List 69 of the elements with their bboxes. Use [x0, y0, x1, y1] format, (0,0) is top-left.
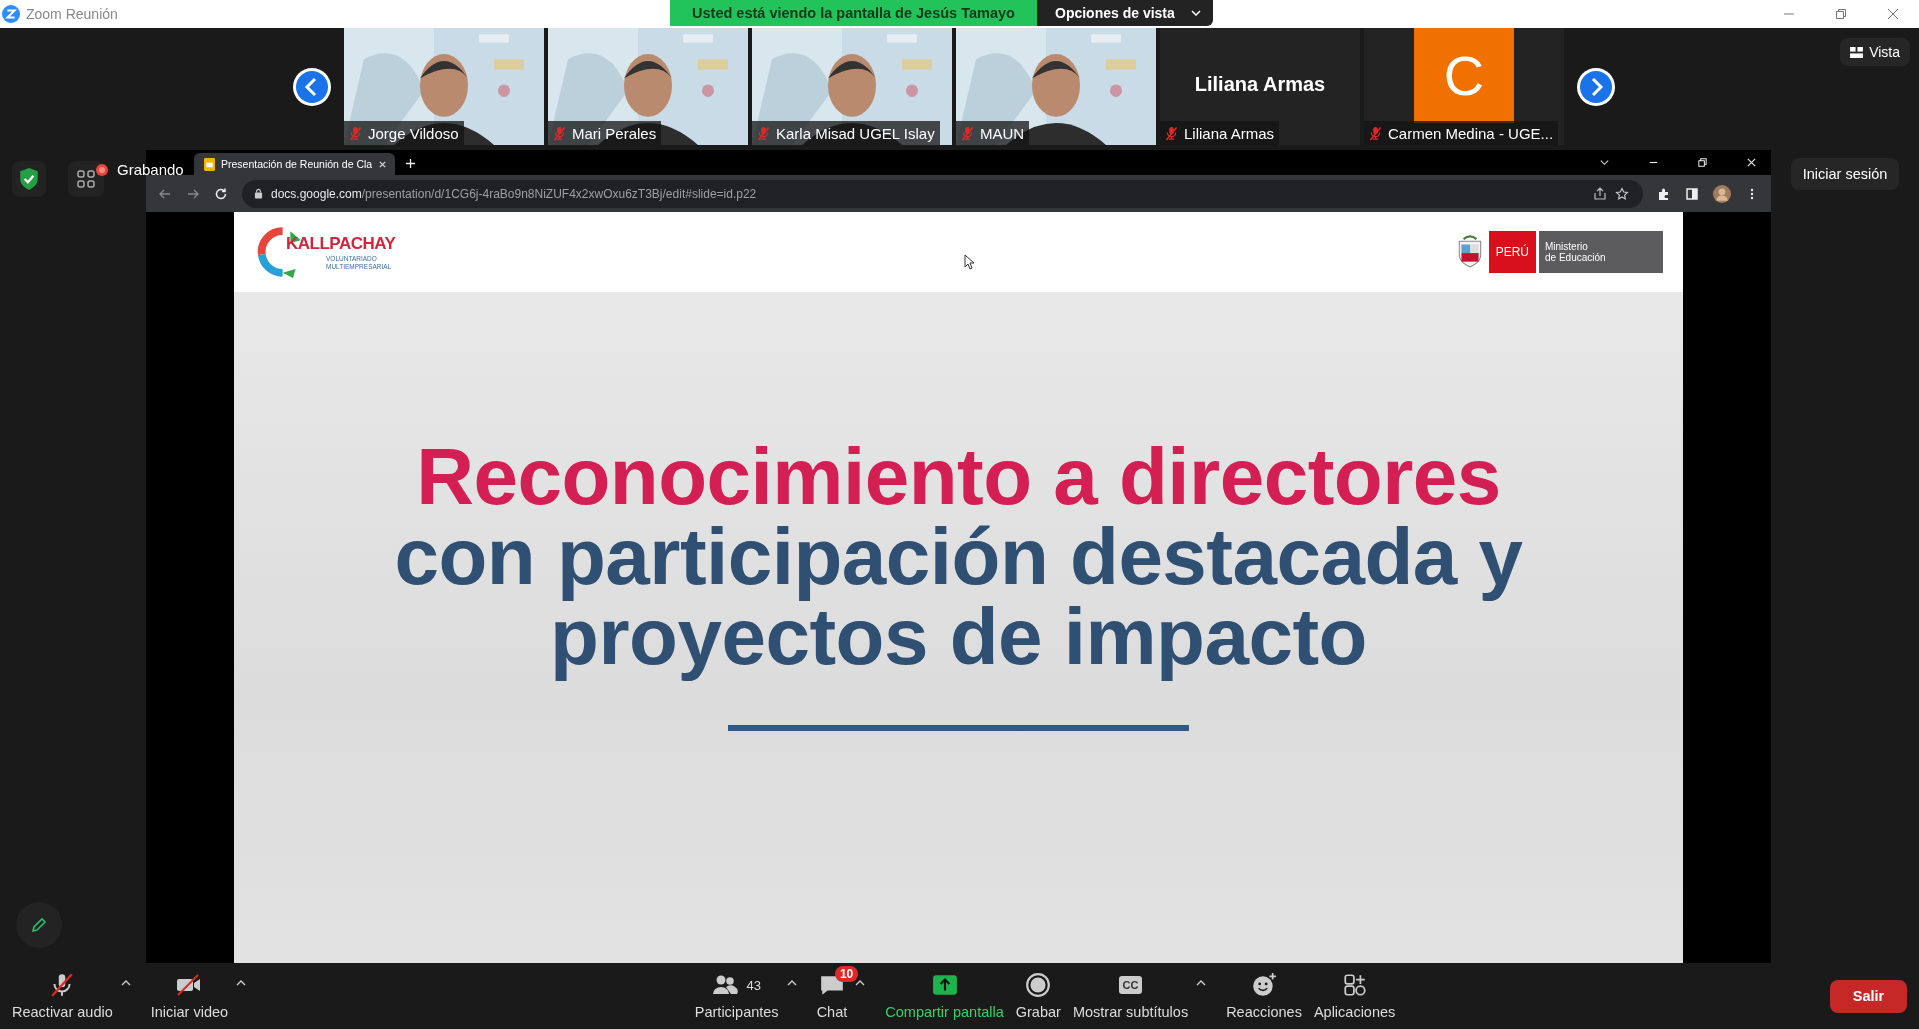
cc-button[interactable]: CC Mostrar subtítulos: [1066, 968, 1195, 1024]
avatar: C: [1414, 28, 1514, 123]
participant-name-label: Carmen Medina - UGE...: [1388, 124, 1554, 142]
share-icon[interactable]: [1593, 186, 1607, 201]
recording-label: Grabando: [117, 161, 184, 178]
record-icon: [1025, 972, 1052, 998]
participant-name-label: Jorge Vildoso: [368, 124, 459, 142]
profile-avatar-icon[interactable]: [1713, 184, 1731, 203]
apps-button[interactable]: Aplicaciones: [1307, 968, 1402, 1024]
closed-captions-icon: CC: [1118, 976, 1143, 994]
view-options-button[interactable]: Opciones de vista: [1037, 0, 1213, 26]
address-bar[interactable]: docs.google.com/presentation/d/1CG6j-4raBo9n8NiZUF4x2xwOxu6zT3Bj/edit#slide=id.p22: [242, 179, 1643, 208]
share-button[interactable]: Compartir pantalla: [879, 968, 1010, 1024]
chevron-down-icon[interactable]: [1190, 10, 1201, 16]
lock-icon: [254, 188, 263, 199]
caret-icon[interactable]: [855, 980, 866, 986]
caret-icon[interactable]: [120, 980, 131, 986]
star-icon[interactable]: [1615, 186, 1629, 201]
close-tab-icon[interactable]: [378, 159, 388, 169]
participant-tile[interactable]: Mari Perales: [548, 28, 748, 145]
people-button[interactable]: 43 Participantes: [688, 968, 785, 1024]
smiley-plus-icon: [1251, 972, 1277, 998]
participant-count: 43: [746, 977, 761, 993]
recording-dot-icon: [95, 162, 109, 177]
participant-tile[interactable]: Jorge Vildoso: [344, 28, 544, 145]
screen-share-notice: Usted está viendo la pantalla de Jesús Tamayo: [670, 0, 1037, 26]
brand-name: KALLPACHAY: [286, 234, 396, 254]
participant-tile[interactable]: MAUN: [956, 28, 1156, 145]
pencil-icon[interactable]: [29, 915, 49, 935]
tab-search-icon[interactable]: [1599, 157, 1610, 168]
view-button[interactable]: Vista: [1840, 38, 1910, 66]
camera-button[interactable]: Iniciar video: [144, 968, 235, 1024]
participant-name-label: Liliana Armas: [1184, 124, 1275, 142]
caret-icon[interactable]: [786, 980, 797, 986]
sign-in-button[interactable]: Iniciar sesión: [1790, 158, 1900, 190]
share-screen-icon: [931, 972, 958, 998]
slides-icon: [204, 157, 215, 171]
ministry-label: Ministerio de Educación: [1537, 231, 1663, 273]
reload-icon[interactable]: [214, 186, 228, 201]
country-label: PERÚ: [1488, 231, 1536, 273]
participant-tile[interactable]: C Carmen Medina - UGE...: [1364, 28, 1564, 145]
next-page-icon[interactable]: [1576, 66, 1616, 107]
unread-badge: 10: [834, 966, 859, 982]
record-button[interactable]: Grabar: [1009, 968, 1067, 1024]
react-button[interactable]: Reacciones: [1220, 968, 1308, 1024]
shield-check-icon[interactable]: [12, 161, 46, 197]
puzzle-icon[interactable]: [1657, 186, 1671, 201]
mic-button[interactable]: Reactivar audio: [6, 968, 119, 1024]
participant-tile[interactable]: Liliana Armas Liliana Armas: [1160, 28, 1360, 145]
grid-icon[interactable]: [68, 161, 104, 197]
participant-name-label: MAUN: [980, 124, 1025, 142]
new-tab-icon[interactable]: [405, 158, 417, 169]
participant-name-label: Karla Misad UGEL Islay: [776, 124, 935, 142]
slide-title-line: Reconocimiento a directores: [416, 437, 1501, 517]
browser-tab[interactable]: Presentación de Reunión de Cla: [194, 153, 396, 175]
participant-name-label: Mari Perales: [572, 124, 657, 142]
mouse-cursor-icon: [964, 254, 974, 270]
caret-icon[interactable]: [1196, 980, 1207, 986]
window-title: Zoom Reunión: [26, 6, 118, 22]
participant-name: Liliana Armas: [1194, 73, 1326, 96]
previous-page-icon[interactable]: [292, 66, 332, 107]
side-panel-icon[interactable]: [1685, 186, 1699, 201]
layout-icon[interactable]: [1850, 46, 1864, 58]
caret-icon[interactable]: [236, 980, 247, 986]
pencil-button[interactable]: [16, 902, 62, 948]
participant-tile[interactable]: Karla Misad UGEL Islay: [752, 28, 952, 145]
apps-icon: [1341, 972, 1368, 998]
leave-button[interactable]: Salir: [1830, 979, 1907, 1013]
url-text: docs.google.com/presentation/d/1CG6j-4raBo9n8NiZUF4x2xwOxu6zT3Bj/edit#slide=id.p22: [271, 186, 757, 201]
